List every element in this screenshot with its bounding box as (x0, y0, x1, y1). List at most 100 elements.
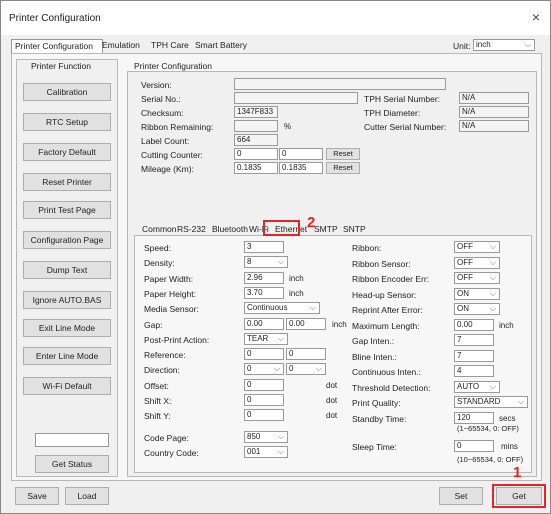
calibration-button[interactable]: Calibration (23, 83, 111, 101)
reset-mileage-button[interactable]: Reset (326, 162, 360, 174)
chevron-down-icon: ⌵ (277, 431, 284, 441)
shift-y-label: Shift Y: (144, 411, 171, 422)
paper-height-field[interactable]: 3.70 (244, 286, 284, 299)
tab-tph-care[interactable]: TPH Care (148, 39, 192, 52)
ribbon-encoder-err-label: Ribbon Encoder Err: (352, 274, 430, 284)
rtc-setup-button[interactable]: RTC Setup (23, 113, 111, 131)
head-up-sensor-select[interactable]: ON ⌵ (454, 287, 500, 300)
window-title: Printer Configuration (9, 13, 101, 24)
ribbon-encoder-err-select[interactable]: OFF ⌵ (454, 272, 500, 284)
ribbon-select[interactable]: OFF ⌵ (454, 241, 500, 253)
set-button[interactable]: Set (439, 487, 483, 505)
cutting-counter-a[interactable]: 0 (234, 148, 278, 160)
gap-field-a[interactable]: 0.00 (244, 317, 284, 330)
reference-label: Reference: (144, 350, 186, 361)
reprint-after-error-select[interactable]: ON ⌵ (454, 303, 500, 315)
chevron-down-icon: ⌵ (517, 397, 524, 406)
reprint-after-error-value: ON (457, 304, 469, 313)
configuration-page-button[interactable]: Configuration Page (23, 231, 111, 249)
tph-serial-field: N/A (459, 92, 529, 104)
callout-2: 2 (307, 214, 316, 231)
unit-select[interactable]: inch ⌵ (473, 39, 535, 51)
ribbon-sensor-value: OFF (457, 257, 473, 267)
standby-time-field[interactable]: 120 (454, 411, 494, 424)
subtab-smtp[interactable]: SMTP (314, 224, 338, 234)
chevron-down-icon: ⌵ (315, 364, 322, 374)
callout-1: 1 (513, 464, 522, 481)
mileage-a[interactable]: 0.1835 (234, 162, 278, 174)
serial-label: Serial No.: (141, 94, 181, 104)
shift-y-unit: dot (326, 411, 338, 421)
gap-inten-field[interactable]: 7 (454, 334, 494, 346)
country-code-select[interactable]: 001 ⌵ (244, 445, 288, 458)
reset-cutting-button[interactable]: Reset (326, 148, 360, 160)
printer-config-dialog: Printer Configuration × Printer Configur… (0, 0, 551, 514)
paper-height-unit: inch (289, 288, 304, 298)
chevron-down-icon: ⌵ (309, 303, 316, 313)
post-print-action-select[interactable]: TEAR ⌵ (244, 332, 288, 345)
subtab-bluetooth[interactable]: Bluetooth (212, 224, 248, 234)
ribbon-sensor-select[interactable]: OFF ⌵ (454, 256, 500, 269)
print-quality-select[interactable]: STANDARD ⌵ (454, 396, 528, 408)
get-button-highlight (492, 484, 546, 508)
shift-x-unit: dot (326, 396, 338, 405)
continuous-inten-field[interactable]: 4 (454, 365, 494, 377)
tab-smart-battery[interactable]: Smart Battery (192, 39, 250, 52)
sleep-time-unit: mins (501, 442, 518, 451)
chevron-down-icon: ⌵ (489, 273, 496, 282)
load-button[interactable]: Load (65, 487, 109, 505)
print-test-page-button[interactable]: Print Test Page (23, 201, 111, 219)
shift-x-label: Shift X: (144, 396, 172, 406)
country-code-value: 001 (247, 446, 261, 456)
density-value: 8 (247, 257, 252, 267)
maximum-length-unit: inch (499, 320, 514, 330)
dump-text-button[interactable]: Dump Text (23, 261, 111, 279)
subtab-rs232[interactable]: RS-232 (177, 224, 206, 234)
maximum-length-field[interactable]: 0.00 (454, 318, 494, 331)
tab-emulation[interactable]: Emulation (99, 39, 143, 52)
enter-line-mode-button[interactable]: Enter Line Mode (23, 347, 111, 365)
ribbon-unit: % (284, 122, 292, 131)
threshold-detection-value: AUTO (457, 381, 480, 391)
chevron-down-icon: ⌵ (277, 257, 284, 267)
speed-label: Speed: (144, 243, 171, 253)
exit-line-mode-button[interactable]: Exit Line Mode (23, 319, 111, 337)
wi-fi-default-button[interactable]: Wi-Fi Default (23, 377, 111, 395)
bline-inten-field[interactable]: 7 (454, 349, 494, 362)
close-icon[interactable]: × (532, 9, 540, 25)
reference-field-a[interactable]: 0 (244, 348, 284, 361)
cutting-counter-b[interactable]: 0 (279, 148, 323, 160)
density-select[interactable]: 8 ⌵ (244, 256, 288, 269)
reset-printer-button[interactable]: Reset Printer (23, 173, 111, 191)
standby-hint: (1~65534, 0: OFF) (457, 424, 519, 433)
sleep-time-field[interactable]: 0 (454, 440, 494, 452)
ignore-auto-bas-button[interactable]: Ignore AUTO.BAS (23, 291, 111, 309)
factory-default-button[interactable]: Factory Default (23, 143, 111, 161)
ribbon-sensor-label: Ribbon Sensor: (352, 258, 411, 269)
printer-function-title: Printer Function (31, 61, 91, 71)
checksum-label: Checksum: (141, 108, 184, 118)
media-sensor-select[interactable]: Continuous ⌵ (244, 302, 320, 315)
tab-printer-configuration[interactable]: Printer Configuration (11, 39, 103, 53)
speed-field[interactable]: 3 (244, 241, 284, 253)
reference-field-b[interactable]: 0 (286, 348, 326, 361)
subtab-sntp[interactable]: SNTP (343, 224, 366, 234)
mileage-b[interactable]: 0.1835 (279, 162, 323, 174)
threshold-detection-label: Threshold Detection: (352, 382, 431, 393)
offset-field[interactable]: 0 (244, 378, 284, 391)
chevron-down-icon: ⌵ (277, 446, 284, 456)
shift-y-field[interactable]: 0 (244, 409, 284, 422)
subtab-common[interactable]: Common (142, 224, 176, 234)
standby-time-label: Standby Time: (352, 413, 407, 424)
get-status-button[interactable]: Get Status (35, 455, 109, 473)
shift-x-field[interactable]: 0 (244, 394, 284, 406)
reprint-after-error-label: Reprint After Error: (352, 305, 423, 315)
direction-select-a[interactable]: 0 ⌵ (244, 363, 284, 376)
save-button[interactable]: Save (15, 487, 59, 505)
gap-field-b[interactable]: 0.00 (286, 317, 326, 330)
threshold-detection-select[interactable]: AUTO ⌵ (454, 380, 500, 393)
direction-select-b[interactable]: 0 ⌵ (286, 363, 326, 376)
printer-configuration-title: Printer Configuration (134, 61, 212, 71)
code-page-select[interactable]: 850 ⌵ (244, 430, 288, 443)
paper-width-field[interactable]: 2.96 (244, 271, 284, 284)
